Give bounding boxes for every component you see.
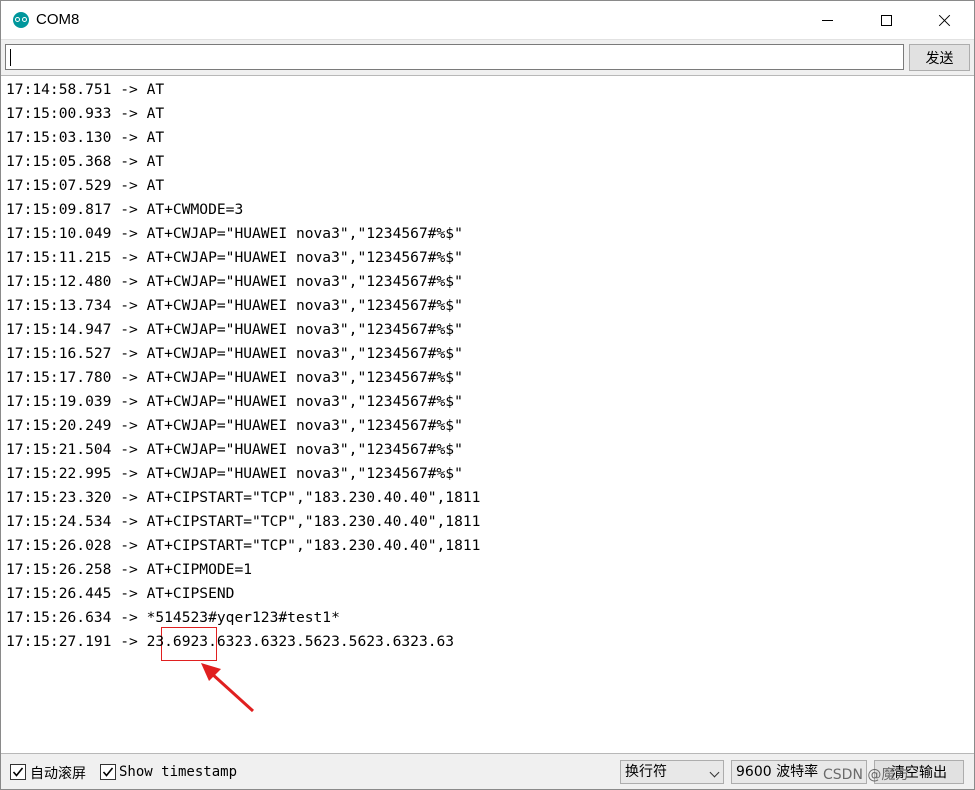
output-line: 17:15:14.947 -> AT+CWJAP="HUAWEI nova3",… xyxy=(6,321,463,338)
output-line: 17:15:16.527 -> AT+CWJAP="HUAWEI nova3",… xyxy=(6,345,463,362)
close-icon xyxy=(938,14,951,27)
output-line: 17:15:00.933 -> AT xyxy=(6,105,165,122)
send-button[interactable]: 发送 xyxy=(909,44,970,71)
annotation-arrow-icon xyxy=(201,663,255,713)
line-ending-select[interactable]: 换行符 xyxy=(620,760,724,784)
output-line: 17:15:09.817 -> AT+CWMODE=3 xyxy=(6,201,244,218)
watermark-text: CSDN @魔方 xyxy=(823,767,910,783)
output-line: 17:14:58.751 -> AT xyxy=(6,81,165,98)
close-button[interactable] xyxy=(915,1,973,39)
output-line: 17:15:19.039 -> AT+CWJAP="HUAWEI nova3",… xyxy=(6,393,463,410)
output-line: 17:15:12.480 -> AT+CWJAP="HUAWEI nova3",… xyxy=(6,273,463,290)
output-line: 17:15:20.249 -> AT+CWJAP="HUAWEI nova3",… xyxy=(6,417,463,434)
timestamp-label: Show timestamp xyxy=(119,764,238,780)
output-line: 17:15:24.534 -> AT+CIPSTART="TCP","183.2… xyxy=(6,513,481,530)
autoscroll-checkbox[interactable] xyxy=(10,764,26,780)
minimize-icon xyxy=(821,19,833,21)
serial-monitor-window: COM8 发送 17:14:58.751 -> AT 17:15:00.933 -… xyxy=(0,0,975,790)
maximize-button[interactable] xyxy=(857,1,915,39)
checkmark-icon xyxy=(12,767,24,777)
minimize-button[interactable] xyxy=(798,1,856,39)
bottom-bar: 自动滚屏 Show timestamp 换行符 9600 波特率 清空输出 CS… xyxy=(1,754,974,789)
output-line: 17:15:22.995 -> AT+CWJAP="HUAWEI nova3",… xyxy=(6,465,463,482)
autoscroll-label: 自动滚屏 xyxy=(30,766,86,782)
output-line: 17:15:27.191 -> 23.6923.6323.6323.5623.5… xyxy=(6,633,455,650)
output-line: 17:15:07.529 -> AT xyxy=(6,177,165,194)
output-line: 17:15:26.634 -> *514523#yqer123#test1* xyxy=(6,609,340,626)
timestamp-checkbox[interactable] xyxy=(100,764,116,780)
output-line: 17:15:11.215 -> AT+CWJAP="HUAWEI nova3",… xyxy=(6,249,463,266)
output-line: 17:15:21.504 -> AT+CWJAP="HUAWEI nova3",… xyxy=(6,441,463,458)
output-line: 17:15:26.028 -> AT+CIPSTART="TCP","183.2… xyxy=(6,537,481,554)
text-caret xyxy=(10,49,11,66)
arduino-icon xyxy=(13,12,29,28)
command-input[interactable] xyxy=(5,44,904,70)
window-title: COM8 xyxy=(36,11,80,28)
output-line: 17:15:23.320 -> AT+CIPSTART="TCP","183.2… xyxy=(6,489,481,506)
output-line: 17:15:13.734 -> AT+CWJAP="HUAWEI nova3",… xyxy=(6,297,463,314)
baud-rate-value: 9600 波特率 xyxy=(736,764,819,780)
output-line: 17:15:26.258 -> AT+CIPMODE=1 xyxy=(6,561,253,578)
title-bar: COM8 xyxy=(1,1,974,39)
maximize-icon xyxy=(880,14,892,26)
output-line: 17:15:17.780 -> AT+CWJAP="HUAWEI nova3",… xyxy=(6,369,463,386)
output-line: 17:15:10.049 -> AT+CWJAP="HUAWEI nova3",… xyxy=(6,225,463,242)
output-line: 17:15:05.368 -> AT xyxy=(6,153,165,170)
serial-output[interactable]: 17:14:58.751 -> AT 17:15:00.933 -> AT 17:1… xyxy=(1,75,974,754)
chevron-down-icon xyxy=(709,767,720,778)
send-row: 发送 xyxy=(1,39,974,75)
output-line: 17:15:03.130 -> AT xyxy=(6,129,165,146)
checkmark-icon xyxy=(102,767,114,777)
line-ending-value: 换行符 xyxy=(625,764,667,780)
output-line: 17:15:26.445 -> AT+CIPSEND xyxy=(6,585,235,602)
